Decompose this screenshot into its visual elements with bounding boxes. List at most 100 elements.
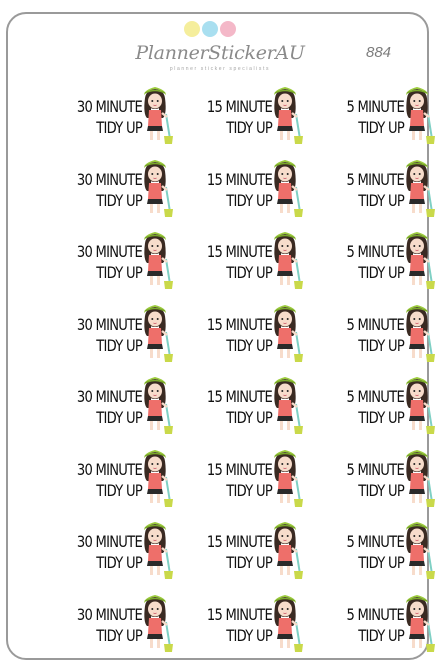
sticker-text: 15 MINUTE TIDY UP <box>166 169 273 211</box>
sticker-line1: 5 MINUTE <box>346 169 404 189</box>
sticker-line2: TIDY UP <box>96 118 143 137</box>
sticker-text: 30 MINUTE TIDY UP <box>28 169 143 211</box>
sticker-line1: 15 MINUTE <box>206 387 273 406</box>
sheet-code: 884 <box>366 44 392 61</box>
sticker-line2: TIDY UP <box>96 263 143 282</box>
sticker: 30 MINUTE TIDY UP <box>28 592 173 654</box>
brand-tagline: planner sticker specialists <box>169 66 271 72</box>
sticker-text: 15 MINUTE TIDY UP <box>166 459 273 501</box>
cleaning-girl-icon <box>274 159 303 217</box>
sticker-line1: 5 MINUTE <box>346 459 404 479</box>
sticker-text: 30 MINUTE TIDY UP <box>28 531 143 573</box>
sticker-line2: TIDY UP <box>226 118 273 137</box>
cleaning-girl-icon <box>406 594 435 652</box>
sticker-line2: TIDY UP <box>226 335 273 355</box>
sticker-line2: TIDY UP <box>96 480 143 500</box>
sticker: 15 MINUTE TIDY UP <box>166 157 303 219</box>
sticker-line2: TIDY UP <box>226 553 273 572</box>
sticker-line1: 30 MINUTE <box>76 242 143 261</box>
sticker-line1: 15 MINUTE <box>206 169 273 189</box>
cleaning-girl-icon <box>406 159 435 217</box>
sticker: 15 MINUTE TIDY UP <box>166 592 303 654</box>
sticker: 30 MINUTE TIDY UP <box>28 84 173 146</box>
cleaning-girl-icon <box>274 232 303 289</box>
sticker-line1: 5 MINUTE <box>346 532 404 551</box>
sticker: 15 MINUTE TIDY UP <box>166 447 303 509</box>
sticker-text: 5 MINUTE TIDY UP <box>300 604 404 646</box>
sticker-line2: TIDY UP <box>226 480 273 500</box>
sticker-line2: TIDY UP <box>358 553 405 572</box>
sticker-text: 15 MINUTE TIDY UP <box>166 314 273 356</box>
sticker-line1: 30 MINUTE <box>76 532 143 551</box>
sticker-line2: TIDY UP <box>96 625 143 645</box>
sticker-line2: TIDY UP <box>358 335 405 355</box>
sticker-text: 5 MINUTE TIDY UP <box>300 169 404 211</box>
brand-dot-blue <box>202 21 218 37</box>
sticker-text: 30 MINUTE TIDY UP <box>28 241 143 283</box>
sticker-text: 30 MINUTE TIDY UP <box>28 96 143 138</box>
sticker: 15 MINUTE TIDY UP <box>166 84 303 146</box>
sticker: 5 MINUTE TIDY UP <box>300 519 435 581</box>
sticker: 15 MINUTE TIDY UP <box>166 374 303 436</box>
sticker-line1: 5 MINUTE <box>346 242 404 261</box>
sticker: 5 MINUTE TIDY UP <box>300 302 435 364</box>
cleaning-girl-icon <box>274 522 303 579</box>
sticker: 5 MINUTE TIDY UP <box>300 447 435 509</box>
sticker-line2: TIDY UP <box>226 190 273 210</box>
sticker-text: 5 MINUTE TIDY UP <box>300 531 404 573</box>
sticker-line2: TIDY UP <box>96 190 143 210</box>
cleaning-girl-icon <box>406 304 435 362</box>
sticker: 15 MINUTE TIDY UP <box>166 519 303 581</box>
sticker-line1: 5 MINUTE <box>346 314 404 334</box>
sticker: 5 MINUTE TIDY UP <box>300 374 435 436</box>
sticker-line2: TIDY UP <box>96 408 143 427</box>
sticker: 15 MINUTE TIDY UP <box>166 229 303 291</box>
sticker-text: 15 MINUTE TIDY UP <box>166 386 273 428</box>
brand-dot-pink <box>220 21 236 37</box>
sticker: 30 MINUTE TIDY UP <box>28 229 173 291</box>
sticker-text: 15 MINUTE TIDY UP <box>166 604 273 646</box>
sticker: 5 MINUTE TIDY UP <box>300 229 435 291</box>
sticker-text: 5 MINUTE TIDY UP <box>300 314 404 356</box>
sticker: 30 MINUTE TIDY UP <box>28 374 173 436</box>
brand-dot-yellow <box>184 21 200 37</box>
cleaning-girl-icon <box>274 377 303 434</box>
sticker-line2: TIDY UP <box>226 408 273 427</box>
sticker-text: 15 MINUTE TIDY UP <box>166 531 273 573</box>
cleaning-girl-icon <box>274 594 303 652</box>
sticker-line1: 30 MINUTE <box>76 97 143 116</box>
sticker-text: 5 MINUTE TIDY UP <box>300 96 404 138</box>
cleaning-girl-icon <box>274 304 303 362</box>
cleaning-girl-icon <box>406 522 435 579</box>
sticker-line2: TIDY UP <box>226 625 273 645</box>
sticker-line1: 30 MINUTE <box>76 459 143 479</box>
sticker-line2: TIDY UP <box>358 625 405 645</box>
sticker-line2: TIDY UP <box>96 553 143 572</box>
cleaning-girl-icon <box>406 449 435 507</box>
sticker-line1: 5 MINUTE <box>346 387 404 406</box>
sticker-line1: 5 MINUTE <box>346 97 404 116</box>
sticker-line2: TIDY UP <box>358 118 405 137</box>
sticker-line2: TIDY UP <box>358 408 405 427</box>
sticker-line2: TIDY UP <box>226 263 273 282</box>
brand-dots-icon <box>184 21 236 37</box>
sticker-line1: 30 MINUTE <box>76 604 143 624</box>
sticker-line1: 15 MINUTE <box>206 242 273 261</box>
sticker-line1: 15 MINUTE <box>206 532 273 551</box>
sticker: 30 MINUTE TIDY UP <box>28 519 173 581</box>
sticker-line2: TIDY UP <box>96 335 143 355</box>
sticker-text: 30 MINUTE TIDY UP <box>28 604 143 646</box>
sticker-text: 15 MINUTE TIDY UP <box>166 241 273 283</box>
sticker-text: 15 MINUTE TIDY UP <box>166 96 273 138</box>
cleaning-girl-icon <box>406 232 435 289</box>
sticker-text: 30 MINUTE TIDY UP <box>28 314 143 356</box>
cleaning-girl-icon <box>274 449 303 507</box>
sticker-line2: TIDY UP <box>358 263 405 282</box>
sticker-line2: TIDY UP <box>358 190 405 210</box>
sticker: 5 MINUTE TIDY UP <box>300 592 435 654</box>
sticker-text: 5 MINUTE TIDY UP <box>300 459 404 501</box>
cleaning-girl-icon <box>274 87 303 144</box>
sticker: 5 MINUTE TIDY UP <box>300 84 435 146</box>
sticker-line1: 30 MINUTE <box>76 169 143 189</box>
cleaning-girl-icon <box>406 87 435 144</box>
